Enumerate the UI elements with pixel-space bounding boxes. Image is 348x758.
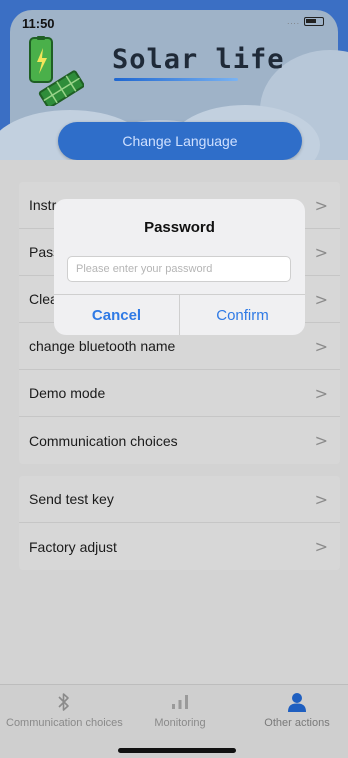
chevron-right-icon: > [314,537,328,556]
cancel-button[interactable]: Cancel [54,295,180,335]
brand-title: Solar life [112,44,285,75]
tab-label: Monitoring [154,717,206,729]
tab-label: Communication choices [6,717,123,729]
change-language-button[interactable]: Change Language [58,122,302,160]
confirm-button[interactable]: Confirm [180,295,305,335]
chevron-right-icon: > [314,489,328,509]
menu-item-communication-choices[interactable]: Communication choices > [19,417,340,464]
signal-icon: .... [287,17,300,26]
solar-battery-logo-icon [29,36,84,106]
chevron-right-icon: > [314,195,328,215]
dialog-title: Password [144,219,215,236]
chevron-right-icon: > [314,383,328,403]
chevron-right-icon: > [314,289,328,309]
maintenance-menu-group: Send test key > Factory adjust > [19,476,340,570]
menu-item-demo-mode[interactable]: Demo mode > [19,370,340,417]
home-indicator[interactable] [118,748,236,753]
menu-item-label: Communication choices [29,432,178,449]
menu-item-label: Factory adjust [29,538,117,555]
brand-underline [114,78,238,81]
app-header: 11:50 .... Solar life Change Language [0,0,348,160]
bottom-tab-bar: Communication choices Monitoring Other a… [0,684,348,758]
bar-chart-icon [172,695,188,709]
menu-item-send-test-key[interactable]: Send test key > [19,476,340,523]
menu-item-label: Send test key [29,491,114,507]
person-icon [288,693,306,712]
menu-item-factory-adjust[interactable]: Factory adjust > [19,523,340,570]
battery-icon [304,17,324,26]
bluetooth-icon [58,693,69,711]
menu-item-label: change bluetooth name [29,338,176,354]
tab-monitoring[interactable]: Monitoring [140,691,220,729]
chevron-right-icon: > [314,242,328,262]
chevron-right-icon: > [314,336,328,356]
chevron-right-icon: > [314,431,328,450]
tab-other-actions[interactable]: Other actions [255,691,339,729]
menu-item-label: Demo mode [29,385,106,401]
tab-label: Other actions [264,717,330,729]
tab-communication-choices[interactable]: Communication choices [6,691,123,729]
menu-item-label: Instr [29,197,57,213]
dialog-actions: Cancel Confirm [54,294,305,335]
status-indicators: .... [287,17,324,26]
password-input[interactable] [67,256,291,282]
password-dialog: Password Cancel Confirm [54,199,305,335]
status-time: 11:50 [22,16,55,31]
